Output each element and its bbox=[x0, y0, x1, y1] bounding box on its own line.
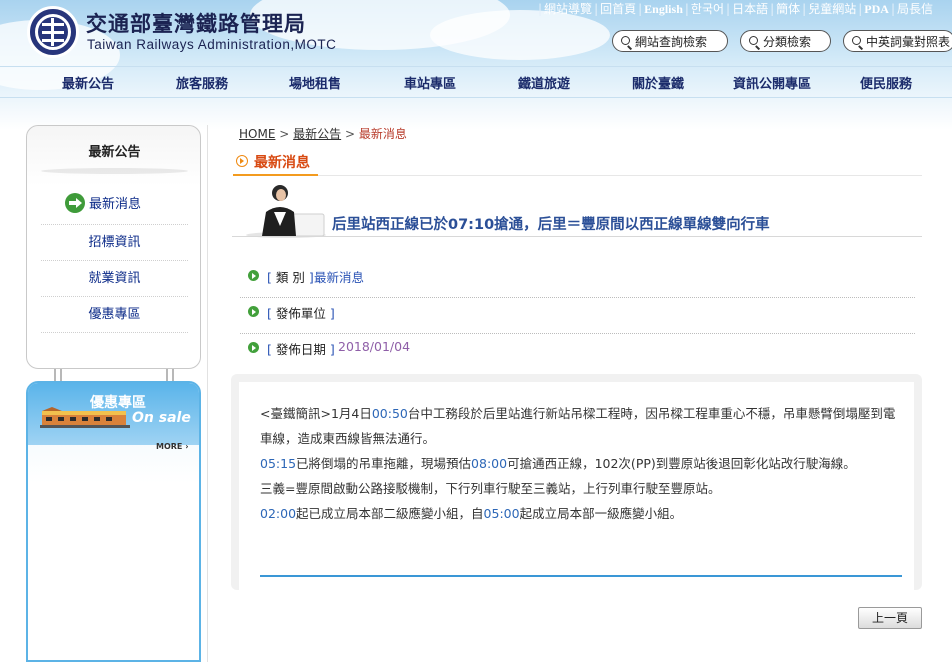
nav-about-tra[interactable]: 關於臺鐵 bbox=[608, 73, 708, 92]
publish-date-value: 2018/01/04 bbox=[338, 339, 411, 354]
nav-rail-travel[interactable]: 鐵道旅遊 bbox=[494, 73, 594, 92]
breadcrumb-latest-announcements[interactable]: 最新公告 bbox=[293, 127, 341, 141]
org-name-en: Taiwan Railways Administration,MOTC bbox=[87, 37, 337, 52]
search-icon bbox=[749, 36, 758, 45]
nav-stations[interactable]: 車站專區 bbox=[380, 73, 480, 92]
column-divider bbox=[207, 125, 208, 662]
body-line: 三義=豐原間啟動公路接駁機制，下行列車行駛至三義站，上行列車行駛至豐原站。 bbox=[260, 481, 721, 496]
body-line: <臺鐵簡訊>1月4日00:50台中工務段於后里站進行新站吊樑工程時，因吊樑工程車… bbox=[260, 406, 896, 421]
category-search-button[interactable]: 分類檢索 bbox=[740, 30, 831, 52]
toplink-korean[interactable]: 한국어 bbox=[689, 2, 726, 16]
body-line: 05:15已將倒塌的吊車拖離，現場預估08:00可搶通西正線，102次(PP)到… bbox=[260, 456, 856, 471]
meta-category: [ 類 別 ] 最新消息 bbox=[240, 262, 915, 298]
search-icon bbox=[852, 36, 861, 45]
nav-public-service[interactable]: 便民服務 bbox=[836, 73, 936, 92]
promo-title-zh: 優惠專區 bbox=[90, 395, 146, 411]
article-title: 后里站西正線已於07:10搶通，后里＝豐原間以西正線單線雙向行車 bbox=[332, 217, 770, 233]
page-title: 最新消息 bbox=[254, 155, 310, 171]
toplink-japanese[interactable]: 日本語 bbox=[730, 2, 770, 16]
news-person-illustration bbox=[246, 185, 326, 238]
site-search-button[interactable]: 網站查詢檢索 bbox=[612, 30, 728, 52]
body-line: 02:00起已成立局本部二級應變小組，自05:00起成立局本部一級應變小組。 bbox=[260, 506, 683, 521]
sidebar-menu: 最新公告 最新消息 招標資訊 就業資訊 優惠專區 bbox=[26, 125, 201, 369]
nav-venue-rental[interactable]: 場地租售 bbox=[265, 73, 365, 92]
toplink-kids[interactable]: 兒童網站 bbox=[806, 2, 858, 16]
tra-logo[interactable] bbox=[27, 6, 79, 58]
article-text: <臺鐵簡訊>1月4日00:50台中工務段於后里站進行新站吊樑工程時，因吊樑工程車… bbox=[260, 401, 900, 526]
sidebar-item-jobs[interactable]: 就業資訊 bbox=[41, 261, 188, 297]
meta-publisher: [ 發佈單位 ] bbox=[240, 298, 915, 334]
arrow-right-icon bbox=[65, 193, 85, 213]
breadcrumb-current: 最新消息 bbox=[358, 127, 407, 141]
nav-divider bbox=[0, 97, 952, 98]
chevron-right-icon: › bbox=[185, 442, 189, 451]
top-links: | 網站導覽 | 回首頁 | English | 한국어 | 日本語 | 簡体 | 兒童網站 | PDA | 局長… bbox=[538, 2, 935, 16]
nav-passenger-service[interactable]: 旅客服務 bbox=[152, 73, 252, 92]
nav-latest-news[interactable]: 最新公告 bbox=[38, 73, 138, 92]
sidebar-title: 最新公告 bbox=[88, 145, 141, 160]
body-line: 車線，造成東西線皆無法通行。 bbox=[260, 431, 436, 446]
content-divider bbox=[260, 575, 902, 577]
term-search-button[interactable]: 中英詞彙對照表 bbox=[843, 30, 952, 52]
toplink-home[interactable]: 回首頁 bbox=[598, 2, 638, 16]
toplink-simplified[interactable]: 簡体 bbox=[774, 2, 802, 16]
sidebar-item-tenders[interactable]: 招標資訊 bbox=[41, 225, 188, 261]
bullet-icon bbox=[248, 342, 259, 353]
bullet-icon bbox=[248, 270, 259, 281]
breadcrumb: HOME > 最新公告 > 最新消息 bbox=[239, 127, 407, 141]
promo-title-en: On sale bbox=[132, 410, 191, 426]
toplink-sitemap[interactable]: 網站導覽 bbox=[542, 2, 594, 16]
promo-banner[interactable]: 優惠專區 On sale MORE › bbox=[26, 381, 201, 662]
sidebar-item-latest-news[interactable]: 最新消息 bbox=[41, 185, 188, 225]
nav-public-info[interactable]: 資訊公開專區 bbox=[722, 73, 822, 92]
breadcrumb-home[interactable]: HOME bbox=[239, 127, 275, 141]
cloud-decoration bbox=[430, 10, 610, 60]
bullet-icon bbox=[236, 155, 248, 167]
back-button[interactable]: 上一頁 bbox=[858, 607, 922, 629]
toplink-english[interactable]: English bbox=[642, 2, 685, 16]
nav-divider bbox=[0, 66, 952, 67]
bullet-icon bbox=[248, 306, 259, 317]
sidebar-item-discounts[interactable]: 優惠專區 bbox=[41, 297, 188, 333]
more-link[interactable]: MORE › bbox=[156, 442, 188, 451]
org-name-zh: 交通部臺灣鐵路管理局 bbox=[86, 11, 306, 36]
article-body: <臺鐵簡訊>1月4日00:50台中工務段於后里站進行新站吊樑工程時，因吊樑工程車… bbox=[231, 374, 922, 592]
search-icon bbox=[621, 36, 630, 45]
toplink-pda[interactable]: PDA bbox=[862, 2, 891, 16]
hanger-decoration bbox=[54, 369, 62, 381]
meta-date: [ 發佈日期 ] 2018/01/04 bbox=[240, 334, 915, 370]
page-heading: 最新消息 bbox=[233, 150, 318, 176]
toplink-director[interactable]: 局長信 bbox=[895, 2, 935, 16]
hanger-decoration bbox=[166, 369, 174, 381]
category-value: 最新消息 bbox=[314, 270, 365, 285]
